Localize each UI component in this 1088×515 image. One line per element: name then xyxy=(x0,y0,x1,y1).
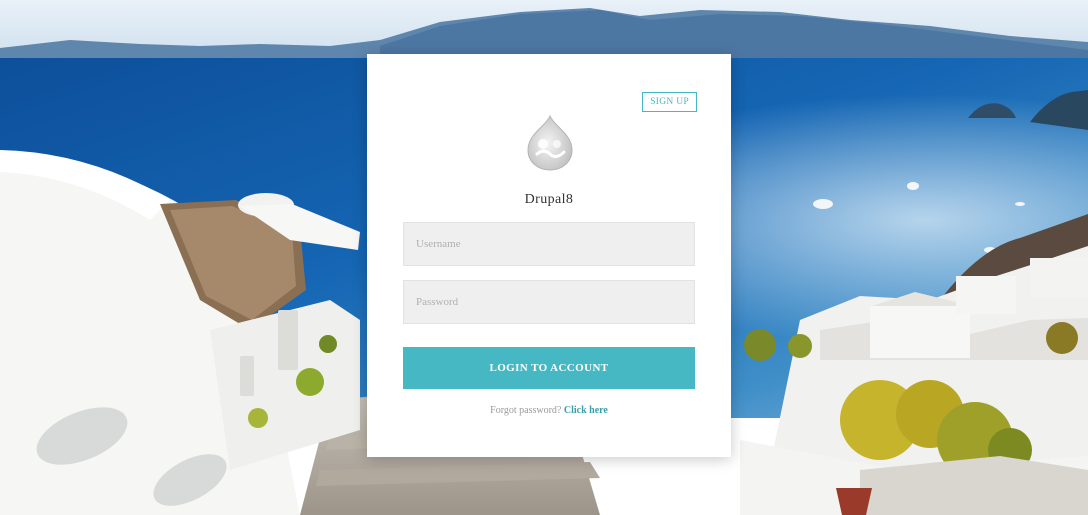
password-input[interactable] xyxy=(403,280,695,324)
signup-button[interactable]: SIGN UP xyxy=(642,92,697,112)
login-card: SIGN UP Drupal8 LOGIN TO ACCOUNT Forgot … xyxy=(367,54,731,457)
click-here-link[interactable]: Click here xyxy=(564,405,608,416)
drupal-drop-icon xyxy=(524,114,576,172)
brand-name: Drupal8 xyxy=(524,192,574,207)
login-button[interactable]: LOGIN TO ACCOUNT xyxy=(403,347,695,389)
forgot-password-text: Forgot password? xyxy=(490,405,562,416)
username-input[interactable] xyxy=(403,222,695,266)
forgot-password-row: Forgot password? Click here xyxy=(367,405,731,416)
